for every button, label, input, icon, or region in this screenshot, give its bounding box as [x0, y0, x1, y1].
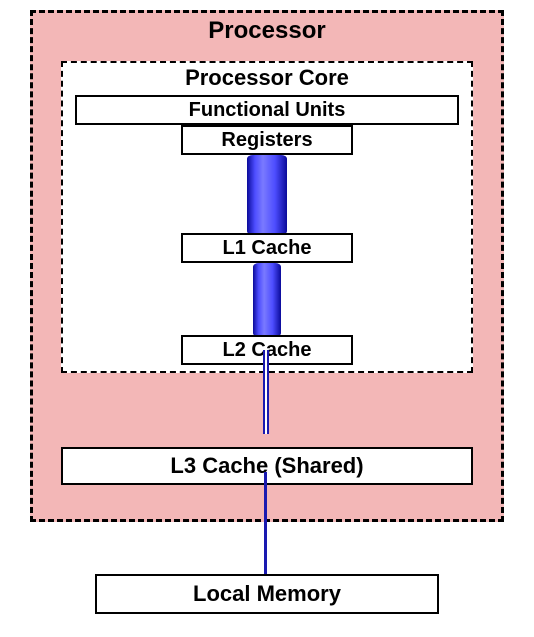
processor-core-title: Processor Core: [63, 65, 471, 91]
connector-l2-l3: [263, 350, 269, 434]
l1-cache-label: L1 Cache: [223, 237, 312, 260]
registers-label: Registers: [221, 129, 312, 152]
local-memory-box: Local Memory: [95, 574, 439, 614]
functional-units-label: Functional Units: [189, 99, 346, 122]
local-memory-label: Local Memory: [193, 581, 341, 607]
processor-outline: Processor Processor Core Functional Unit…: [30, 10, 504, 522]
connector-l3-localmemory: [264, 472, 267, 574]
processor-title: Processor: [33, 17, 501, 45]
l1-cache-box: L1 Cache: [181, 233, 353, 263]
registers-box: Registers: [181, 125, 353, 155]
connector-l1-l2: [253, 263, 281, 337]
connector-registers-l1: [247, 155, 287, 235]
l3-cache-box: L3 Cache (Shared): [61, 447, 473, 485]
functional-units-box: Functional Units: [75, 95, 459, 125]
processor-core-outline: Processor Core Functional Units Register…: [61, 61, 473, 373]
